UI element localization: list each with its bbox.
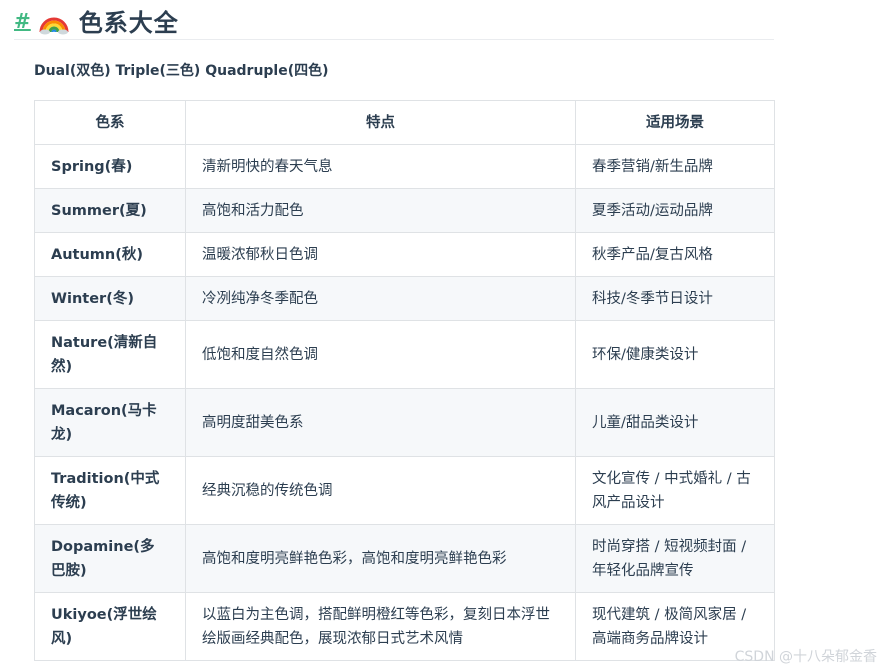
- table-row: Dopamine(多巴胺) 高饱和度明亮鲜艳色彩，高饱和度明亮鲜艳色彩 时尚穿搭…: [34, 524, 775, 593]
- color-count-subtitle: Dual(双色) Triple(三色) Quadruple(四色): [34, 63, 329, 79]
- table-row: Ukiyoe(浮世绘风) 以蓝白为主色调，搭配鲜明橙红等色彩，复刻日本浮世绘版画…: [34, 592, 775, 661]
- table-row: Tradition(中式传统) 经典沉稳的传统色调 文化宣传 / 中式婚礼 / …: [34, 456, 775, 525]
- page-title: 色系大全: [78, 9, 179, 37]
- feature-cell: 以蓝白为主色调，搭配鲜明橙红等色彩，复刻日本浮世绘版画经典配色，展现浓郁日式艺术…: [185, 592, 576, 661]
- column-header-scheme: 色系: [34, 100, 186, 145]
- column-header-feature: 特点: [185, 100, 576, 145]
- table-row: Nature(清新自然) 低饱和度自然色调 环保/健康类设计: [34, 320, 775, 389]
- table-row: Autumn(秋) 温暖浓郁秋日色调 秋季产品/复古风格: [34, 232, 775, 277]
- color-scheme-table: 色系 特点 适用场景 Spring(春) 清新明快的春天气息 春季营销/新生品牌…: [34, 100, 775, 661]
- scheme-name-cell: Nature(清新自然): [34, 320, 186, 389]
- scheme-name-cell: Dopamine(多巴胺): [34, 524, 186, 593]
- section-heading: # 色系大全: [14, 2, 774, 40]
- scheme-name-cell: Ukiyoe(浮世绘风): [34, 592, 186, 661]
- scheme-name-cell: Winter(冬): [34, 276, 186, 321]
- scene-cell: 文化宣传 / 中式婚礼 / 古风产品设计: [575, 456, 775, 525]
- feature-cell: 冷冽纯净冬季配色: [185, 276, 576, 321]
- scheme-name-cell: Tradition(中式传统): [34, 456, 186, 525]
- feature-cell: 经典沉稳的传统色调: [185, 456, 576, 525]
- column-header-scene: 适用场景: [575, 100, 775, 145]
- heading-anchor-link[interactable]: #: [14, 9, 31, 33]
- feature-cell: 高饱和度明亮鲜艳色彩，高饱和度明亮鲜艳色彩: [185, 524, 576, 593]
- scene-cell: 儿童/甜品类设计: [575, 388, 775, 457]
- watermark: CSDN @十八朵郁金香: [734, 649, 877, 665]
- scene-cell: 春季营销/新生品牌: [575, 144, 775, 189]
- scheme-name-cell: Autumn(秋): [34, 232, 186, 277]
- scene-cell: 科技/冬季节日设计: [575, 276, 775, 321]
- table-row: Summer(夏) 高饱和活力配色 夏季活动/运动品牌: [34, 188, 775, 233]
- table-row: Spring(春) 清新明快的春天气息 春季营销/新生品牌: [34, 144, 775, 189]
- scene-cell: 夏季活动/运动品牌: [575, 188, 775, 233]
- scene-cell: 环保/健康类设计: [575, 320, 775, 389]
- table-header-row: 色系 特点 适用场景: [34, 100, 775, 145]
- feature-cell: 低饱和度自然色调: [185, 320, 576, 389]
- scene-cell: 时尚穿搭 / 短视频封面 / 年轻化品牌宣传: [575, 524, 775, 593]
- scheme-name-cell: Spring(春): [34, 144, 186, 189]
- feature-cell: 温暖浓郁秋日色调: [185, 232, 576, 277]
- rainbow-icon: [39, 17, 69, 34]
- scheme-name-cell: Summer(夏): [34, 188, 186, 233]
- scene-cell: 秋季产品/复古风格: [575, 232, 775, 277]
- feature-cell: 高饱和活力配色: [185, 188, 576, 233]
- table-row: Winter(冬) 冷冽纯净冬季配色 科技/冬季节日设计: [34, 276, 775, 321]
- table-row: Macaron(马卡龙) 高明度甜美色系 儿童/甜品类设计: [34, 388, 775, 457]
- scheme-name-cell: Macaron(马卡龙): [34, 388, 186, 457]
- feature-cell: 清新明快的春天气息: [185, 144, 576, 189]
- feature-cell: 高明度甜美色系: [185, 388, 576, 457]
